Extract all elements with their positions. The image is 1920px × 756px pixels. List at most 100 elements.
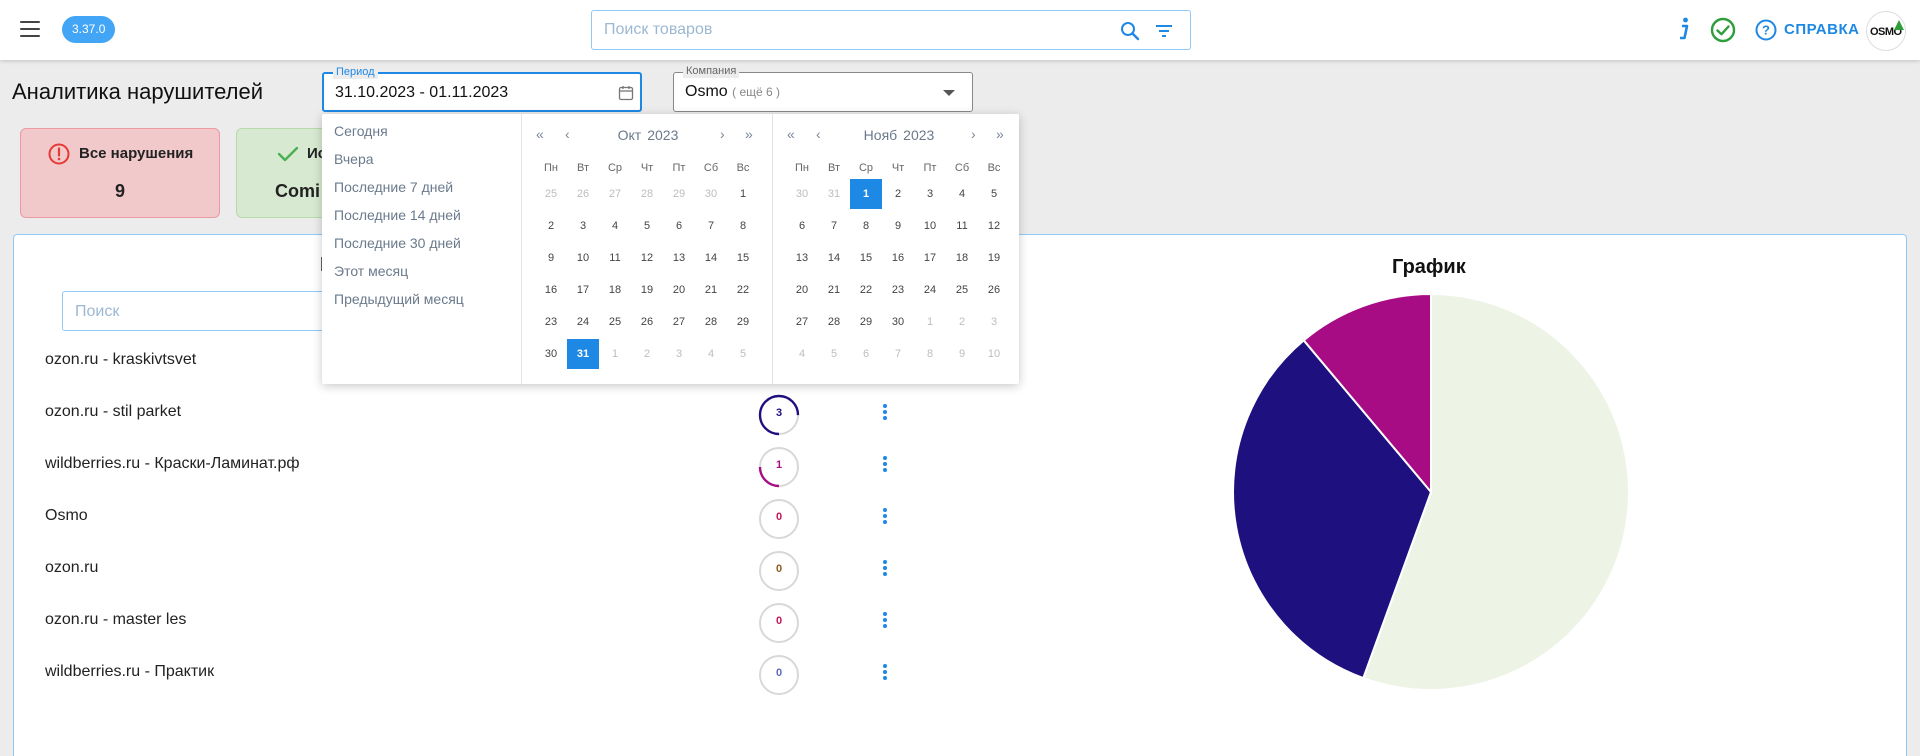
calendar-day[interactable]: 25	[946, 275, 978, 305]
date-preset[interactable]: Последние 7 дней	[322, 173, 521, 201]
table-row[interactable]: ozon.ru - stil parket 3	[14, 388, 914, 440]
more-options-icon[interactable]	[882, 560, 888, 580]
calendar-day[interactable]: 12	[978, 211, 1010, 241]
calendar-day[interactable]: 25	[535, 179, 567, 209]
date-preset[interactable]: Вчера	[322, 145, 521, 173]
calendar-day[interactable]: 1	[599, 339, 631, 369]
calendar-month[interactable]: Окт	[618, 127, 642, 143]
calendar-day[interactable]: 31	[818, 179, 850, 209]
calendar-day[interactable]: 6	[786, 211, 818, 241]
calendar-day[interactable]: 26	[631, 307, 663, 337]
table-row[interactable]: wildberries.ru - Практик 0	[14, 648, 914, 700]
date-preset[interactable]: Предыдущий месяц	[322, 285, 521, 313]
calendar-day[interactable]: 29	[663, 179, 695, 209]
calendar-day[interactable]: 15	[727, 243, 759, 273]
calendar-day[interactable]: 18	[599, 275, 631, 305]
calendar-day[interactable]: 9	[882, 211, 914, 241]
calendar-day[interactable]: 30	[535, 339, 567, 369]
calendar-day[interactable]: 15	[850, 243, 882, 273]
period-field[interactable]: Период 31.10.2023 - 01.11.2023	[322, 65, 642, 112]
calendar-day[interactable]: 11	[946, 211, 978, 241]
table-row[interactable]: ozon.ru 0	[14, 544, 914, 596]
calendar-day[interactable]: 8	[914, 339, 946, 369]
calendar-day[interactable]: 9	[946, 339, 978, 369]
calendar-day[interactable]: 23	[882, 275, 914, 305]
calendar-day[interactable]: 25	[599, 307, 631, 337]
help-link[interactable]: СПРАВКА	[1784, 21, 1859, 38]
calendar-day[interactable]: 19	[978, 243, 1010, 273]
calendar-day[interactable]: 5	[727, 339, 759, 369]
calendar-day[interactable]: 20	[786, 275, 818, 305]
calendar-day[interactable]: 2	[535, 211, 567, 241]
calendar-day[interactable]: 13	[663, 243, 695, 273]
calendar-day[interactable]: 9	[535, 243, 567, 273]
calendar-day[interactable]: 10	[567, 243, 599, 273]
calendar-day[interactable]: 24	[914, 275, 946, 305]
calendar-day[interactable]: 8	[850, 211, 882, 241]
calendar-day[interactable]: 28	[695, 307, 727, 337]
table-row[interactable]: ozon.ru - master les 0	[14, 596, 914, 648]
calendar-day[interactable]: 17	[567, 275, 599, 305]
calendar-day[interactable]: 3	[914, 179, 946, 209]
calendar-day[interactable]: 2	[631, 339, 663, 369]
calendar-day[interactable]: 8	[727, 211, 759, 241]
calendar-day[interactable]: 1	[727, 179, 759, 209]
calendar-day[interactable]: 26	[567, 179, 599, 209]
calendar-day[interactable]: 5	[631, 211, 663, 241]
calendar-day[interactable]: 20	[663, 275, 695, 305]
calendar-day[interactable]: 23	[535, 307, 567, 337]
status-ok-icon[interactable]	[1710, 17, 1736, 43]
table-row[interactable]: Osmo 0	[14, 492, 914, 544]
calendar-day[interactable]: 22	[727, 275, 759, 305]
calendar-day[interactable]: 4	[946, 179, 978, 209]
calendar-day[interactable]: 2	[882, 179, 914, 209]
calendar-day[interactable]: 6	[850, 339, 882, 369]
calendar-day[interactable]: 26	[978, 275, 1010, 305]
more-options-icon[interactable]	[882, 508, 888, 528]
calendar-day[interactable]: 14	[695, 243, 727, 273]
calendar-year[interactable]: 2023	[903, 127, 934, 143]
calendar-day[interactable]: 4	[599, 211, 631, 241]
calendar-day[interactable]: 3	[567, 211, 599, 241]
help-icon[interactable]: ?	[1755, 19, 1777, 41]
filter-icon[interactable]	[1154, 21, 1174, 41]
calendar-day[interactable]: 28	[631, 179, 663, 209]
calendar-day[interactable]: 30	[695, 179, 727, 209]
more-options-icon[interactable]	[882, 612, 888, 632]
calendar-day[interactable]: 27	[599, 179, 631, 209]
calendar-day[interactable]: 16	[535, 275, 567, 305]
menu-icon[interactable]	[20, 21, 40, 37]
calendar-month[interactable]: Нояб	[864, 127, 898, 143]
calendar-day[interactable]: 22	[850, 275, 882, 305]
more-options-icon[interactable]	[882, 404, 888, 424]
calendar-day[interactable]: 24	[567, 307, 599, 337]
calendar-day[interactable]: 14	[818, 243, 850, 273]
calendar-day[interactable]: 4	[786, 339, 818, 369]
chevron-down-icon[interactable]	[943, 90, 955, 96]
calendar-icon[interactable]	[618, 85, 634, 101]
company-select[interactable]: Компания Osmo ( ещё 6 )	[673, 64, 973, 112]
calendar-day[interactable]: 21	[818, 275, 850, 305]
calendar-day[interactable]: 27	[663, 307, 695, 337]
calendar-day[interactable]: 29	[850, 307, 882, 337]
search-icon[interactable]	[1120, 21, 1140, 41]
calendar-day[interactable]: 19	[631, 275, 663, 305]
calendar-day[interactable]: 11	[599, 243, 631, 273]
calendar-day[interactable]: 17	[914, 243, 946, 273]
calendar-day[interactable]: 1	[914, 307, 946, 337]
next-month-icon[interactable]: ›	[720, 126, 725, 142]
company-logo[interactable]: OSMO	[1866, 11, 1906, 51]
calendar-day[interactable]: 30	[786, 179, 818, 209]
calendar-day[interactable]: 31	[567, 339, 599, 369]
card-all-violations[interactable]: Все нарушения 9	[20, 128, 220, 218]
calendar-day[interactable]: 5	[978, 179, 1010, 209]
calendar-day[interactable]: 2	[946, 307, 978, 337]
calendar-day[interactable]: 12	[631, 243, 663, 273]
calendar-day[interactable]: 1	[850, 179, 882, 209]
date-preset[interactable]: Сегодня	[322, 117, 521, 145]
next-month-icon[interactable]: ›	[971, 126, 976, 142]
date-preset[interactable]: Последние 30 дней	[322, 229, 521, 257]
calendar-day[interactable]: 3	[663, 339, 695, 369]
product-search-input[interactable]	[604, 19, 1084, 41]
calendar-day[interactable]: 4	[695, 339, 727, 369]
